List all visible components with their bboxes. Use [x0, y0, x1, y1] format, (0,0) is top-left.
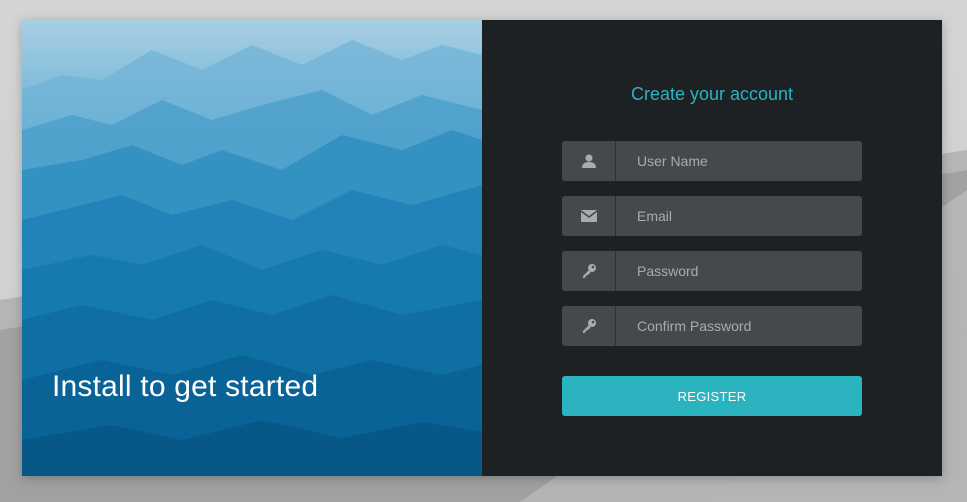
- key-icon: [562, 306, 616, 346]
- key-icon: [562, 251, 616, 291]
- register-button[interactable]: REGISTER: [562, 376, 862, 416]
- confirm-password-field: [562, 306, 862, 346]
- register-card: Install to get started Create your accou…: [22, 20, 942, 476]
- form-panel: Create your account REGISTER: [482, 20, 942, 476]
- confirm-password-input[interactable]: [616, 306, 862, 346]
- email-field: [562, 196, 862, 236]
- form-title: Create your account: [630, 84, 794, 104]
- username-input[interactable]: [616, 141, 862, 181]
- mountains-image: [22, 20, 482, 476]
- email-input[interactable]: [616, 196, 862, 236]
- username-field: [562, 141, 862, 181]
- password-field: [562, 251, 862, 291]
- password-input[interactable]: [616, 251, 862, 291]
- hero-tagline: Install to get started: [52, 370, 319, 403]
- hero-image-panel: Install to get started: [22, 20, 482, 476]
- user-icon: [562, 141, 616, 181]
- envelope-icon: [562, 196, 616, 236]
